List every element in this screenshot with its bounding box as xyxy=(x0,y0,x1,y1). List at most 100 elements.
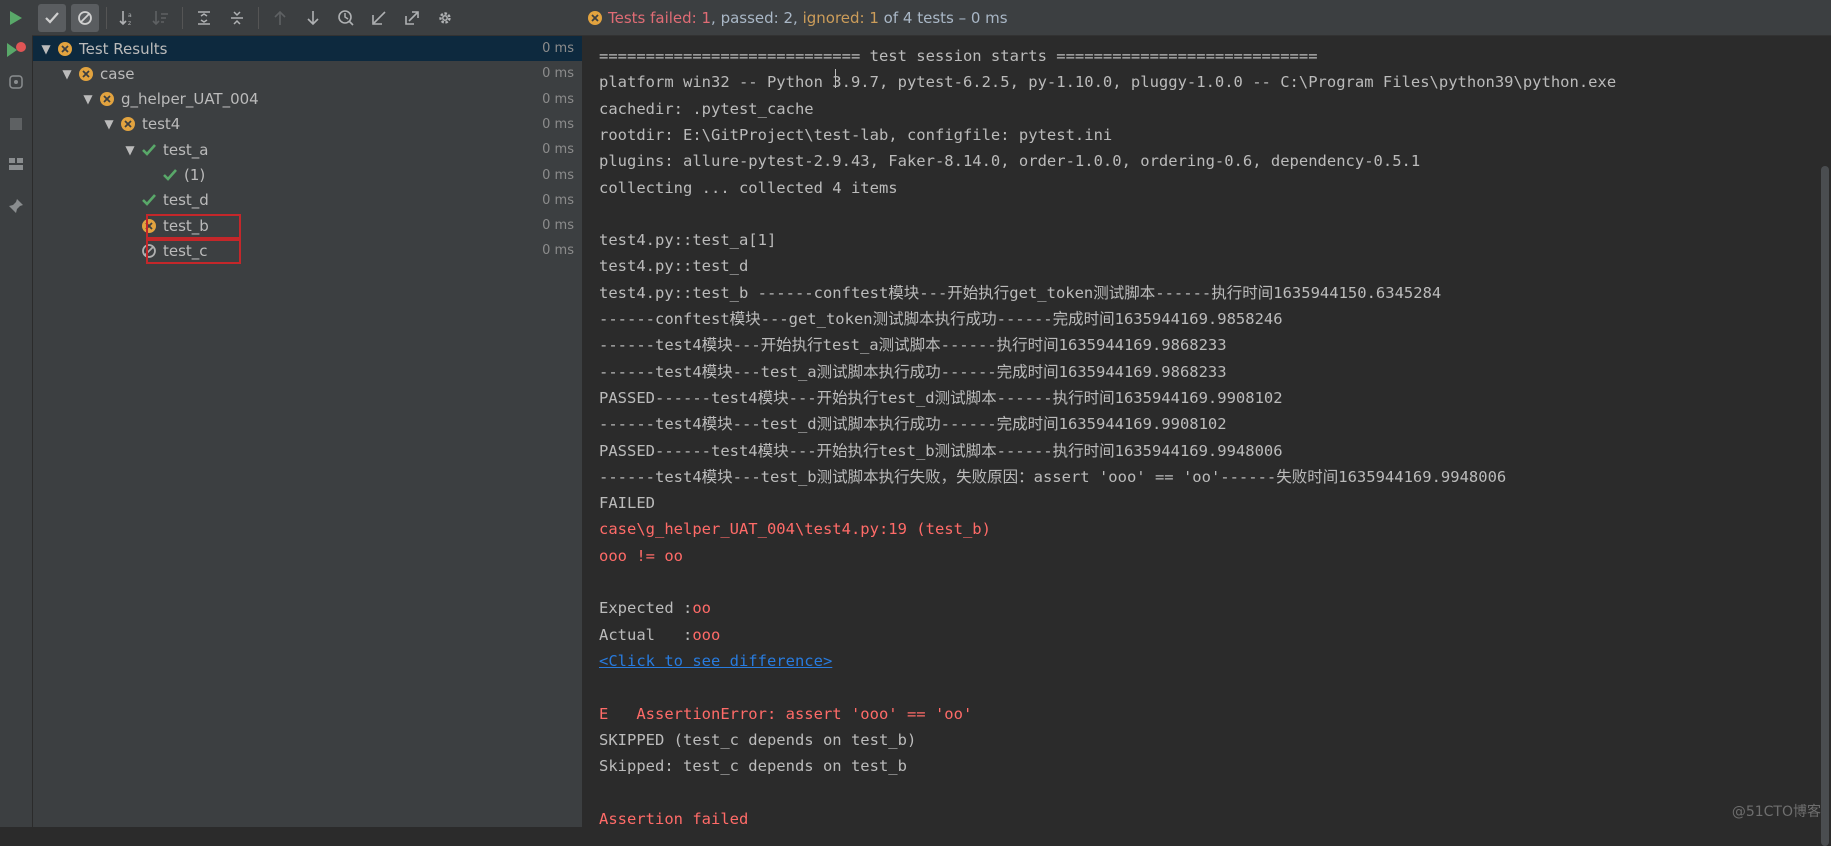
tree-node-label: test_d xyxy=(163,191,209,210)
failed-status-icon xyxy=(118,114,138,134)
export-tests-icon[interactable] xyxy=(398,4,426,32)
tree-node-test-d[interactable]: test_d 0 ms xyxy=(33,188,582,213)
chevron-down-icon[interactable]: ▼ xyxy=(100,117,118,131)
console-line: ------test4模块---test_a测试脚本执行成功------完成时间… xyxy=(599,362,1227,381)
passed-count-label: , passed: 2, xyxy=(711,8,803,27)
console-error-line: Assertion failed xyxy=(599,809,749,828)
console-line: plugins: allure-pytest-2.9.43, Faker-8.1… xyxy=(599,152,1421,171)
test-runner-toolbar: az xyxy=(32,0,583,36)
ignored-count-label: ignored: 1 xyxy=(802,8,879,27)
console-line: cachedir: .pytest_cache xyxy=(599,99,814,118)
toggle-auto-test-icon[interactable] xyxy=(4,70,28,94)
run-icon[interactable] xyxy=(4,6,28,30)
console-line: SKIPPED (test_c depends on test_b) xyxy=(599,730,917,749)
tree-node-duration: 0 ms xyxy=(542,167,574,183)
failed-status-icon xyxy=(55,39,75,59)
tree-node-label: case xyxy=(100,64,135,83)
tree-node-duration: 0 ms xyxy=(542,116,574,132)
console-output: ============================ test sessio… xyxy=(583,36,1831,828)
console-scrollbar-thumb[interactable] xyxy=(1821,166,1829,846)
tree-node-duration: 0 ms xyxy=(542,66,574,82)
total-count-label: of 4 tests – 0 ms xyxy=(878,8,1008,27)
console-line: ------conftest模块---get_token测试脚本执行成功----… xyxy=(599,310,1283,328)
sort-duration-icon[interactable] xyxy=(147,4,175,32)
console-line: Skipped: test_c depends on test_b xyxy=(599,757,907,776)
tree-node-label: Test Results xyxy=(79,39,168,58)
tree-node-duration: 0 ms xyxy=(542,192,574,208)
tree-node-duration: 0 ms xyxy=(542,91,574,107)
actual-value: ooo xyxy=(692,625,721,644)
highlight-box xyxy=(146,239,241,265)
chevron-down-icon[interactable]: ▼ xyxy=(58,67,76,81)
console-line: PASSED------test4模块---开始执行test_d测试脚本----… xyxy=(599,388,1283,407)
console-line: FAILED xyxy=(599,494,655,513)
tree-node-test-c[interactable]: test_c 0 ms xyxy=(33,238,582,263)
rerun-failed-icon[interactable] xyxy=(4,38,28,62)
settings-icon[interactable] xyxy=(431,4,459,32)
layout-icon[interactable] xyxy=(4,152,28,176)
tree-node-test-results[interactable]: ▼ Test Results 0 ms xyxy=(33,36,582,61)
tree-node-label: g_helper_UAT_004 xyxy=(121,90,259,109)
console-label: Expected : xyxy=(599,599,693,618)
tree-node-test-b[interactable]: test_b 0 ms xyxy=(33,213,582,238)
next-failed-icon[interactable] xyxy=(299,4,327,32)
tree-node-label: test4 xyxy=(142,115,181,134)
console-line: PASSED------test4模块---开始执行test_b测试脚本----… xyxy=(599,441,1283,460)
console-error-line: ooo != oo xyxy=(599,546,683,565)
show-passed-icon[interactable] xyxy=(38,3,66,32)
show-ignored-icon[interactable] xyxy=(71,3,99,32)
failed-status-icon xyxy=(587,10,603,26)
console-line: ============================ test sessio… xyxy=(599,47,1318,65)
import-tests-icon[interactable] xyxy=(365,4,393,32)
tree-node-case[interactable]: ▼ case 0 ms xyxy=(33,61,582,86)
console-line: ------test4模块---开始执行test_a测试脚本------执行时间… xyxy=(599,336,1227,355)
console-error-line: E AssertionError: assert 'ooo' == 'oo' xyxy=(599,704,973,723)
prev-failed-icon[interactable] xyxy=(266,4,294,32)
passed-status-icon xyxy=(160,165,180,185)
failed-status-icon xyxy=(97,89,117,109)
watermark: @51CTO博客 xyxy=(1731,804,1821,820)
collapse-all-icon[interactable] xyxy=(223,4,251,32)
console-line: test4.py::test_b ------conftest模块---开始执行… xyxy=(599,283,1442,302)
tree-node-g-helper-uat-004[interactable]: ▼ g_helper_UAT_004 0 ms xyxy=(33,87,582,112)
tree-node-1[interactable]: (1) 0 ms xyxy=(33,163,582,188)
toolbar-separator xyxy=(182,6,183,29)
tree-node-test-a[interactable]: ▼ test_a 0 ms xyxy=(33,137,582,162)
highlight-box xyxy=(146,214,241,240)
toolbar-separator xyxy=(106,6,107,29)
tree-node-label: test_a xyxy=(163,140,209,159)
expand-all-icon[interactable] xyxy=(190,4,218,32)
tree-node-duration: 0 ms xyxy=(542,142,574,158)
chevron-down-icon[interactable]: ▼ xyxy=(121,143,139,157)
console-line: test4.py::test_a[1] xyxy=(599,231,777,250)
test-results-tree: ▼ Test Results 0 ms ▼ case 0 ms ▼ g_helper_UAT_… xyxy=(33,36,582,827)
tree-node-test4[interactable]: ▼ test4 0 ms xyxy=(33,112,582,137)
see-difference-link[interactable]: <Click to see difference> xyxy=(599,648,832,674)
console-label: Actual : xyxy=(599,625,693,644)
failed-status-icon xyxy=(76,64,96,84)
toolbar-separator xyxy=(258,6,259,29)
pin-icon[interactable] xyxy=(4,194,28,218)
passed-status-icon xyxy=(139,190,159,210)
history-icon[interactable] xyxy=(332,4,360,32)
console-line: collecting ... collected 4 items xyxy=(599,178,898,197)
chevron-down-icon[interactable]: ▼ xyxy=(37,42,55,56)
expected-line: Expected :oo xyxy=(599,595,711,621)
tree-node-label: (1) xyxy=(184,166,206,184)
tree-node-duration: 0 ms xyxy=(542,243,574,259)
chevron-down-icon[interactable]: ▼ xyxy=(79,92,97,106)
tree-node-duration: 0 ms xyxy=(542,218,574,234)
test-status-summary: Tests failed: 1 , passed: 2, ignored: 1 … xyxy=(583,0,1831,36)
console-line: platform win32 -- Python 3.9.7, pytest-6… xyxy=(599,73,1617,92)
actual-line: Actual :ooo xyxy=(599,622,720,648)
sort-alpha-icon[interactable]: az xyxy=(114,4,142,32)
console-line: ------test4模块---test_d测试脚本执行成功------完成时间… xyxy=(599,415,1227,434)
text-cursor xyxy=(835,69,836,88)
console-scrollbar[interactable] xyxy=(1819,36,1831,846)
tree-node-duration: 0 ms xyxy=(542,41,574,56)
svg-text:z: z xyxy=(128,20,131,26)
stop-icon[interactable] xyxy=(4,112,28,136)
console-line: rootdir: E:\GitProject\test-lab, configf… xyxy=(599,125,1113,144)
expected-value: oo xyxy=(692,599,711,618)
svg-text:a: a xyxy=(128,12,132,19)
